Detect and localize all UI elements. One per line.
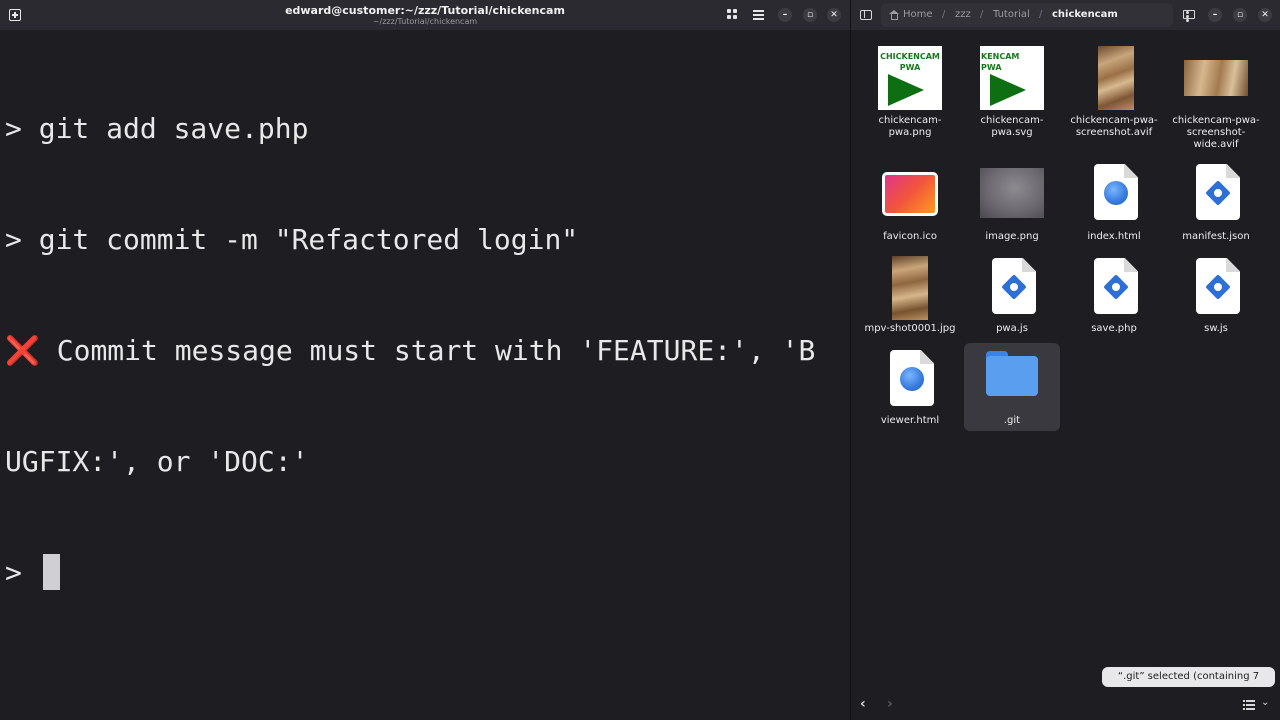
forward-button[interactable]: › — [887, 696, 893, 712]
view-options-chevron-icon[interactable]: ⌄ — [1261, 697, 1269, 708]
file-item[interactable]: favicon.ico — [862, 164, 958, 252]
prompt: > — [5, 556, 39, 589]
new-tab-icon[interactable] — [9, 9, 21, 21]
file-name: chickencam-pwa-screenshot.avif — [1070, 115, 1158, 138]
terminal-line: > git commit -m "Refactored login" — [5, 223, 579, 256]
error-cross-icon: ❌ — [5, 334, 40, 367]
selection-status: “.git” selected (containing 7 items) — [1102, 667, 1275, 702]
terminal-error-line: ❌ Commit message must start with 'FEATUR… — [5, 332, 845, 369]
file-name: sw.js — [1204, 323, 1228, 334]
photo-thumbnail-icon — [1082, 46, 1146, 110]
fm-maximize-button[interactable]: ▫ — [1233, 8, 1247, 22]
minimize-icon: – — [782, 10, 788, 20]
script-file-icon — [1184, 164, 1248, 228]
breadcrumb-separator: / — [1039, 9, 1043, 20]
file-manager-window[interactable]: Home / zzz / Tutorial / chickencam – ▫ ✕… — [851, 0, 1280, 720]
file-name: chickencam-pwa.svg — [980, 115, 1044, 138]
file-name: mpv-shot0001.jpg — [864, 323, 956, 334]
html-file-icon — [878, 350, 942, 414]
file-name: chickencam-pwa-screenshot-wide.avif — [1172, 115, 1260, 150]
error-message-part1: Commit message must start with 'FEATURE:… — [39, 334, 816, 367]
terminal-error-line: UGFIX:', or 'DOC:' — [5, 445, 309, 478]
breadcrumb-separator: / — [980, 9, 984, 20]
file-item[interactable]: pwa.js — [964, 256, 1060, 344]
file-name: pwa.js — [996, 323, 1028, 334]
home-icon — [889, 10, 899, 20]
file-item[interactable]: viewer.html — [862, 348, 958, 436]
script-file-icon — [1184, 258, 1248, 322]
back-button[interactable]: ‹ — [860, 696, 866, 712]
breadcrumb-separator: / — [942, 9, 946, 20]
terminal-title: edward@customer:~/zzz/Tutorial/chickenca… — [285, 4, 565, 17]
path-bar[interactable]: Home / zzz / Tutorial / chickencam — [881, 3, 1189, 27]
file-name: image.png — [985, 231, 1039, 242]
close-icon: ✕ — [830, 10, 838, 20]
sidebar-toggle-icon[interactable] — [860, 10, 872, 20]
breadcrumb-tutorial[interactable]: Tutorial — [993, 9, 1030, 20]
fm-close-button[interactable]: ✕ — [1258, 8, 1272, 22]
menu-icon[interactable] — [752, 8, 766, 22]
photo-thumbnail-icon — [1184, 46, 1248, 110]
terminal-window[interactable]: edward@customer:~/zzz/Tutorial/chickenca… — [0, 0, 850, 720]
svg-thumbnail-icon: KENCAM PWA — [980, 46, 1044, 110]
file-item[interactable]: CHICKENCAM PWA chickencam-pwa.png — [862, 40, 958, 138]
png-thumbnail-icon: CHICKENCAM PWA — [878, 46, 942, 110]
file-item[interactable]: sw.js — [1168, 256, 1264, 344]
terminal-header: edward@customer:~/zzz/Tutorial/chickenca… — [0, 0, 850, 30]
file-manager-header: Home / zzz / Tutorial / chickencam – ▫ ✕ — [851, 0, 1280, 30]
file-name: save.php — [1091, 323, 1137, 334]
breadcrumb-home[interactable]: Home — [903, 9, 933, 20]
terminal-line: > git add save.php — [5, 112, 309, 145]
overview-grid-icon[interactable] — [726, 8, 740, 22]
file-manager-bottombar: ‹ › ⌄ — [851, 694, 1280, 720]
file-name: favicon.ico — [883, 231, 937, 242]
file-item[interactable]: save.php — [1066, 256, 1162, 344]
file-item-selected[interactable]: .git — [964, 343, 1060, 431]
script-file-icon — [1082, 258, 1146, 322]
file-name: viewer.html — [880, 415, 940, 426]
search-folder-icon[interactable] — [1183, 10, 1195, 19]
terminal-output[interactable]: > git add save.php > git commit -m "Refa… — [5, 36, 845, 665]
image-thumbnail-icon — [980, 164, 1044, 228]
maximize-button[interactable]: ▫ — [803, 8, 817, 22]
breadcrumb-chickencam[interactable]: chickencam — [1052, 9, 1118, 20]
file-item[interactable]: index.html — [1066, 164, 1162, 252]
file-item[interactable]: KENCAM PWA chickencam-pwa.svg — [964, 40, 1060, 138]
terminal-subtitle: ~/zzz/Tutorial/chickencam — [372, 17, 478, 26]
file-item[interactable]: mpv-shot0001.jpg — [862, 256, 958, 344]
file-name: index.html — [1087, 231, 1141, 242]
file-item[interactable]: chickencam-pwa-screenshot.avif — [1066, 40, 1162, 138]
file-item[interactable]: image.png — [964, 164, 1060, 252]
file-item[interactable]: chickencam-pwa-screenshot-wide.avif — [1168, 40, 1264, 150]
minimize-button[interactable]: – — [778, 8, 792, 22]
favicon-thumbnail-icon — [878, 164, 942, 228]
file-item[interactable]: manifest.json — [1168, 164, 1264, 252]
folder-icon — [980, 343, 1044, 407]
close-button[interactable]: ✕ — [827, 8, 841, 22]
html-file-icon — [1082, 164, 1146, 228]
photo-thumbnail-icon — [878, 256, 942, 320]
text-cursor — [42, 554, 60, 590]
terminal-prompt-line[interactable]: > — [5, 554, 845, 591]
maximize-icon: ▫ — [806, 10, 814, 20]
list-view-icon[interactable] — [1243, 699, 1255, 711]
fm-minimize-button[interactable]: – — [1208, 8, 1222, 22]
breadcrumb-zzz[interactable]: zzz — [955, 9, 971, 20]
file-name: manifest.json — [1182, 231, 1250, 242]
file-name: chickencam-pwa.png — [878, 115, 942, 138]
script-file-icon — [980, 258, 1044, 322]
file-name: .git — [1003, 415, 1021, 426]
